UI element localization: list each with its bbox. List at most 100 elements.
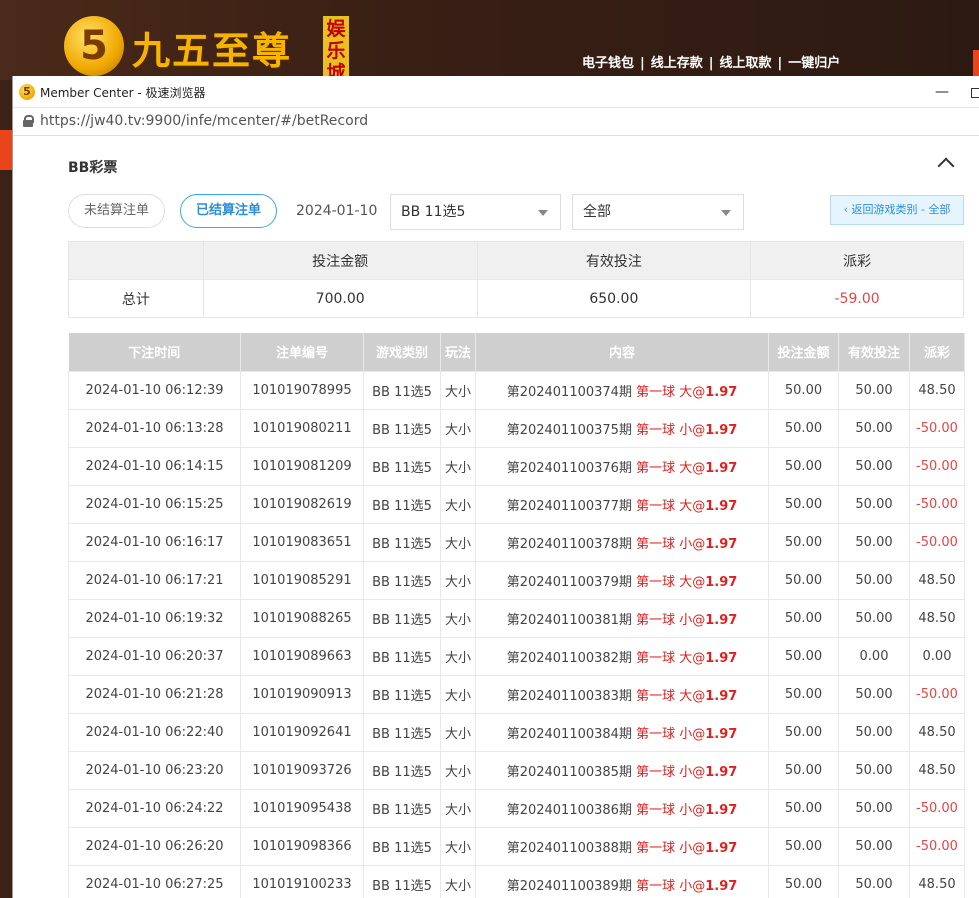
game-select-value: BB 11选5: [401, 204, 466, 220]
column-header-content: 内容: [475, 333, 769, 371]
cell-bet-id: 101019100233: [240, 864, 364, 898]
lock-icon: [23, 115, 34, 127]
maximize-icon[interactable]: [971, 88, 979, 98]
window-titlebar[interactable]: 5 Member Center - 极速浏览器 —: [13, 76, 979, 108]
cell-content: 第202401100389期 第一球 小@1.97: [475, 864, 769, 898]
content-period: 第202401100381期: [506, 612, 632, 628]
side-decoration: [0, 130, 12, 170]
cell-content: 第202401100382期 第一球 大@1.97: [475, 636, 769, 676]
table-row: 2024-01-10 06:22:40 101019092641 BB 11选5 大小…: [68, 712, 965, 752]
game-select[interactable]: BB 11选5: [390, 194, 561, 230]
cell-play-type: 大小: [440, 750, 476, 790]
content-pick: 第一球 大@: [636, 650, 706, 666]
cell-bet-id: 101019082619: [240, 484, 364, 524]
content-pick: 第一球 大@: [636, 498, 706, 514]
cell-game-type: BB 11选5: [363, 674, 441, 714]
content-pick: 第一球 小@: [636, 764, 706, 780]
cell-content: 第202401100375期 第一球 小@1.97: [475, 408, 769, 448]
cell-valid-bet: 50.00: [838, 560, 910, 600]
table-row: 2024-01-10 06:15:25 101019082619 BB 11选5 大小…: [68, 484, 965, 524]
url-text[interactable]: https://jw40.tv:9900/infe/mcenter/#/betR…: [40, 113, 368, 129]
cell-valid-bet: 50.00: [838, 750, 910, 790]
content-pick: 第一球 小@: [636, 612, 706, 628]
type-select[interactable]: 全部: [572, 194, 744, 230]
cell-content: 第202401100374期 第一球 大@1.97: [475, 370, 769, 410]
cell-bet-amount: 50.00: [768, 598, 839, 638]
cell-bet-time: 2024-01-10 06:15:25: [68, 484, 241, 524]
cell-valid-bet: 50.00: [838, 712, 910, 752]
cell-content: 第202401100377期 第一球 大@1.97: [475, 484, 769, 524]
cell-content: 第202401100386期 第一球 小@1.97: [475, 788, 769, 828]
chevron-up-icon[interactable]: [935, 154, 957, 170]
nav-consolidate[interactable]: 一键归户: [788, 56, 840, 71]
cell-bet-id: 101019092641: [240, 712, 364, 752]
cell-bet-id: 101019098366: [240, 826, 364, 866]
content-pick: 第一球 小@: [636, 878, 706, 894]
cell-play-type: 大小: [440, 408, 476, 448]
column-header-play-type: 玩法: [440, 333, 476, 371]
cell-bet-amount: 50.00: [768, 750, 839, 790]
cell-game-type: BB 11选5: [363, 750, 441, 790]
summary-table: 投注金额 有效投注 派彩 总计 700.00 650.00 -59.00: [68, 241, 964, 318]
nav-deposit[interactable]: 线上存款: [651, 56, 703, 71]
content-period: 第202401100382期: [506, 650, 632, 666]
back-to-categories-button[interactable]: ‹ 返回游戏类别 - 全部: [830, 195, 964, 225]
cell-bet-amount: 50.00: [768, 674, 839, 714]
content-period: 第202401100386期: [506, 802, 632, 818]
cell-bet-id: 101019088265: [240, 598, 364, 638]
minimize-icon[interactable]: —: [935, 84, 949, 100]
address-bar[interactable]: https://jw40.tv:9900/infe/mcenter/#/betR…: [13, 108, 979, 136]
site-logo-badge: 娱乐城: [323, 16, 349, 84]
summary-header: 派彩: [750, 241, 964, 280]
content-odds: 1.97: [705, 574, 738, 590]
cell-bet-time: 2024-01-10 06:12:39: [68, 370, 241, 410]
cell-game-type: BB 11选5: [363, 598, 441, 638]
cell-game-type: BB 11选5: [363, 826, 441, 866]
cell-bet-time: 2024-01-10 06:16:17: [68, 522, 241, 562]
table-row: 2024-01-10 06:26:20 101019098366 BB 11选5 大小…: [68, 826, 965, 866]
cell-bet-time: 2024-01-10 06:19:32: [68, 598, 241, 638]
cell-play-type: 大小: [440, 446, 476, 486]
cell-payout: -50.00: [909, 674, 965, 714]
date-picker[interactable]: 2024-01-10: [296, 203, 377, 219]
cell-valid-bet: 50.00: [838, 370, 910, 410]
site-logo-icon[interactable]: 5: [64, 16, 124, 76]
cell-bet-time: 2024-01-10 06:13:28: [68, 408, 241, 448]
cell-bet-amount: 50.00: [768, 560, 839, 600]
cell-valid-bet: 50.00: [838, 864, 910, 898]
cell-game-type: BB 11选5: [363, 636, 441, 676]
content-pick: 第一球 小@: [636, 536, 706, 552]
site-logo-text[interactable]: 九五至尊: [132, 20, 292, 75]
nav-withdraw[interactable]: 线上取款: [720, 56, 772, 71]
content-period: 第202401100377期: [506, 498, 632, 514]
content-odds: 1.97: [705, 422, 738, 438]
cell-play-type: 大小: [440, 636, 476, 676]
cell-content: 第202401100379期 第一球 大@1.97: [475, 560, 769, 600]
section-title: BB彩票: [68, 160, 118, 176]
cell-game-type: BB 11选5: [363, 560, 441, 600]
cell-bet-amount: 50.00: [768, 370, 839, 410]
content-period: 第202401100384期: [506, 726, 632, 742]
table-row: 2024-01-10 06:16:17 101019083651 BB 11选5 大小…: [68, 522, 965, 562]
cell-content: 第202401100376期 第一球 大@1.97: [475, 446, 769, 486]
nav-wallet[interactable]: 电子钱包: [582, 56, 634, 71]
cell-payout: 48.50: [909, 560, 965, 600]
cell-payout: 0.00: [909, 636, 965, 676]
cell-bet-amount: 50.00: [768, 864, 839, 898]
chevron-down-icon: [721, 210, 731, 216]
settled-bets-button[interactable]: 已结算注单: [180, 194, 277, 228]
cell-bet-time: 2024-01-10 06:23:20: [68, 750, 241, 790]
cell-valid-bet: 50.00: [838, 446, 910, 486]
table-row: 2024-01-10 06:13:28 101019080211 BB 11选5 大小…: [68, 408, 965, 448]
cell-play-type: 大小: [440, 712, 476, 752]
table-row: 2024-01-10 06:12:39 101019078995 BB 11选5 大小…: [68, 370, 965, 410]
cell-valid-bet: 0.00: [838, 636, 910, 676]
content-pick: 第一球 大@: [636, 384, 706, 400]
column-header-payout: 派彩: [909, 333, 965, 371]
nav-sep: |: [708, 56, 714, 71]
unsettled-bets-button[interactable]: 未结算注单: [68, 194, 165, 228]
cell-bet-id: 101019083651: [240, 522, 364, 562]
cell-game-type: BB 11选5: [363, 408, 441, 448]
cell-play-type: 大小: [440, 598, 476, 638]
cell-play-type: 大小: [440, 560, 476, 600]
